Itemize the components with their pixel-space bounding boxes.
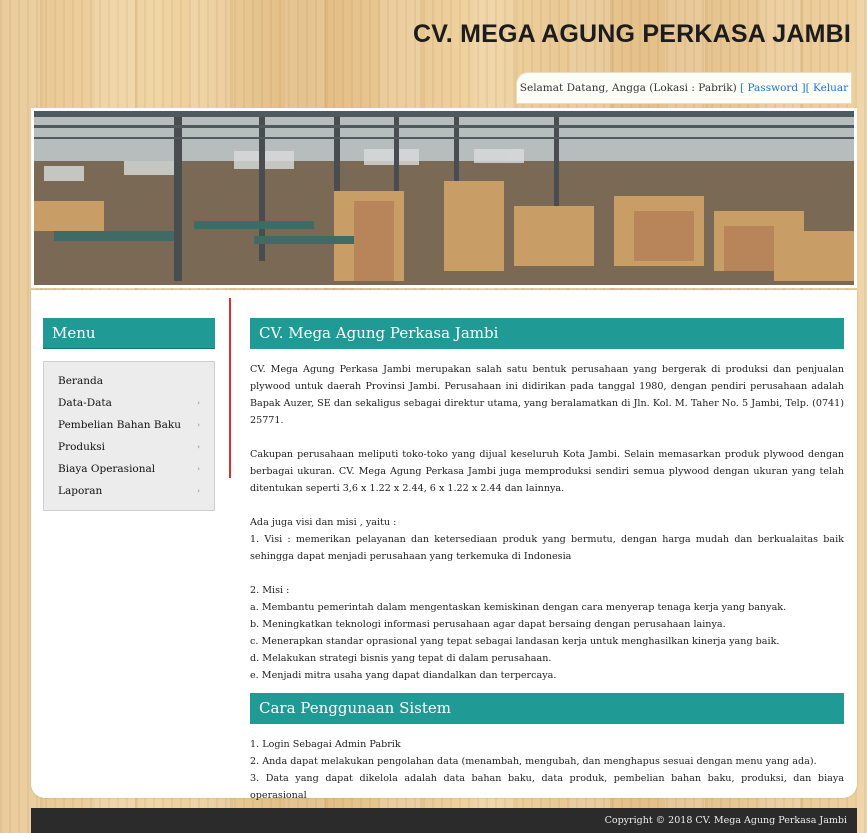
menu-item-biaya-operasional[interactable]: Biaya Operasional › [44, 458, 214, 480]
visi-intro: Ada juga visi dan misi , yaitu : [250, 517, 397, 528]
usage-step: 2. Anda dapat melakukan pengolahan data … [250, 756, 817, 767]
section-title-usage: Cara Penggunaan Sistem [250, 693, 844, 724]
chevron-right-icon: › [197, 399, 200, 407]
misi-title: 2. Misi : [250, 585, 290, 596]
welcome-bar: Selamat Datang, Angga (Lokasi : Pabrik) … [516, 72, 852, 124]
paragraph-company-intro: CV. Mega Agung Perkasa Jambi merupakan s… [250, 364, 844, 426]
misi-item: c. Menerapkan standar oprasional yang te… [250, 636, 780, 647]
welcome-text: Selamat Datang, Angga (Lokasi : Pabrik) [519, 82, 737, 94]
misi-item: e. Menjadi mitra usaha yang dapat dianda… [250, 670, 557, 681]
usage-step: 1. Login Sebagai Admin Pabrik [250, 739, 401, 750]
menu-item-data-data[interactable]: Data-Data › [44, 392, 214, 414]
chevron-right-icon: › [197, 443, 200, 451]
site-title: CV. MEGA AGUNG PERKASA JAMBI [412, 20, 851, 48]
paragraph-company-scope: Cakupan perusahaan meliputi toko-toko ya… [250, 449, 844, 494]
password-link[interactable]: [ Password ] [740, 82, 806, 94]
misi-item: b. Meningkatkan teknologi informasi peru… [250, 619, 726, 630]
copyright-text: Copyright © 2018 CV. Mega Agung Perkasa … [604, 815, 847, 826]
visi-text: 1. Visi : memerikan pelayanan dan keters… [250, 534, 844, 562]
usage-step: 3. Data yang dapat dikelola adalah data … [250, 773, 844, 801]
menu-list: Beranda Data-Data › Pembelian Bahan Baku ›… [43, 361, 215, 511]
footer: Copyright © 2018 CV. Mega Agung Perkasa … [31, 808, 857, 833]
menu-item-pembelian-bahan-baku[interactable]: Pembelian Bahan Baku › [44, 414, 214, 436]
section-title-company: CV. Mega Agung Perkasa Jambi [250, 318, 844, 349]
menu-heading: Menu [43, 318, 215, 349]
sidebar: Menu Beranda Data-Data › Pembelian Bahan … [43, 318, 215, 511]
menu-item-produksi[interactable]: Produksi › [44, 436, 214, 458]
content-area: CV. Mega Agung Perkasa Jambi CV. Mega Ag… [250, 318, 844, 821]
misi-item: d. Melakukan strategi bisnis yang tepat … [250, 653, 552, 664]
menu-item-beranda[interactable]: Beranda [44, 370, 214, 392]
misi-item: a. Membantu pemerintah dalam mengentaska… [250, 602, 787, 613]
main-panel: Menu Beranda Data-Data › Pembelian Bahan … [31, 290, 857, 818]
vertical-divider [229, 298, 231, 478]
chevron-right-icon: › [197, 487, 200, 495]
chevron-right-icon: › [197, 465, 200, 473]
factory-banner-image [31, 108, 857, 288]
chevron-right-icon: › [197, 421, 200, 429]
menu-item-laporan[interactable]: Laporan › [44, 480, 214, 502]
